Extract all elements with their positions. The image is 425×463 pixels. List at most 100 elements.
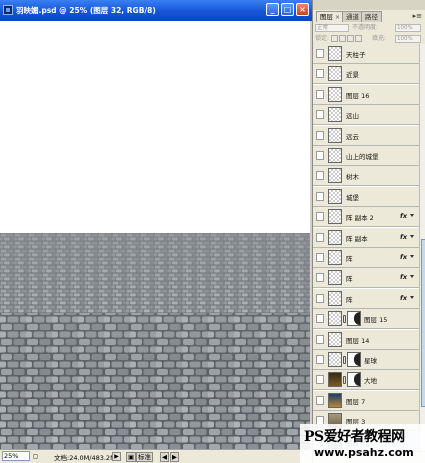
layer-row[interactable]: 图层 15 [313,309,419,330]
lock-all-icon[interactable] [354,35,362,42]
layer-thumbnail [328,290,342,306]
expand-effects-icon[interactable] [410,255,414,258]
layer-name: 阵 副本 [346,234,368,243]
visibility-toggle[interactable] [316,314,324,324]
layer-effects-icon[interactable]: fx [400,233,407,241]
visibility-toggle[interactable] [316,191,324,201]
view-mode-button[interactable]: 标准 [136,452,153,462]
layer-effects-icon[interactable]: fx [400,273,407,281]
minimize-button[interactable]: _ [266,3,279,16]
layer-row[interactable]: 远云 [313,125,419,146]
layer-name: 图层 14 [346,336,370,345]
visibility-toggle[interactable] [316,212,324,222]
layer-row[interactable]: 远山 [313,105,419,126]
status-info-icon[interactable]: ◻ [33,453,38,460]
layer-effects-icon[interactable]: fx [400,253,407,261]
expand-effects-icon[interactable] [410,275,414,279]
layer-thumbnail [328,270,342,286]
panel-menu-icon[interactable]: ▸≡ [413,12,422,20]
expand-effects-icon[interactable] [410,295,414,299]
layers-scrollbar-thumb[interactable] [421,239,425,407]
layer-mask-thumbnail[interactable] [347,311,361,327]
lock-pixels-icon[interactable] [338,35,346,42]
lock-position-icon[interactable] [346,35,354,42]
blend-options-row: 正常 不透明度: 100% [315,23,423,33]
tab-channels[interactable]: 通道 [342,11,363,22]
cobblestone-pavement-image [0,233,310,449]
layer-row[interactable]: 阵 副本 fx [313,227,419,248]
close-button[interactable]: × [296,3,309,16]
document-canvas[interactable] [0,21,312,449]
status-menu-arrow-icon[interactable]: ▶ [112,452,121,461]
document-title: 羽映媚.psd @ 25% (图层 32, RGB/8) [16,6,156,15]
layer-thumbnail [328,127,342,143]
layer-name: 阵 副本 2 [346,214,374,223]
layer-row[interactable]: 阵 fx [313,288,419,309]
layer-thumbnail [328,331,342,347]
visibility-toggle[interactable] [316,375,324,385]
layer-row[interactable]: 阵 副本 2 fx [313,207,419,228]
visibility-toggle[interactable] [316,232,324,242]
visibility-toggle[interactable] [316,171,324,181]
layer-row[interactable]: 树木 [313,166,419,187]
panel-grip[interactable] [313,0,425,10]
mask-link-icon[interactable] [343,315,346,324]
view-prev-button[interactable]: ◀ [160,452,169,462]
layer-effects-icon[interactable]: fx [400,294,407,302]
opacity-field[interactable]: 100% [395,24,421,32]
layer-name: 阵 [346,295,353,304]
layer-row[interactable]: 图层 14 [313,329,419,350]
visibility-toggle[interactable] [316,355,324,364]
layer-row[interactable]: 图层 7 [313,390,419,411]
maximize-button[interactable]: □ [281,3,294,16]
fill-field[interactable]: 100% [395,35,421,43]
visibility-toggle[interactable] [316,334,324,344]
layer-name: 阵 [346,275,353,284]
layer-row[interactable]: 阵 fx [313,268,419,289]
lock-transparency-icon[interactable] [330,35,338,42]
visibility-toggle[interactable] [316,151,324,160]
visibility-toggle[interactable] [316,89,324,99]
visibility-toggle[interactable] [316,130,324,140]
layers-scrollbar[interactable] [419,44,425,451]
expand-effects-icon[interactable] [410,214,414,218]
visibility-toggle[interactable] [316,110,324,120]
layer-row[interactable]: 近景 [313,64,419,85]
visibility-toggle[interactable] [316,395,324,405]
site-watermark: PS爱好者教程网 www.psahz.com [300,424,425,463]
visibility-toggle[interactable] [316,69,324,79]
visibility-toggle[interactable] [316,253,324,262]
blend-mode-select[interactable]: 正常 [315,24,349,32]
layer-thumbnail [328,107,342,123]
canvas-blank-area [0,21,310,233]
layer-row[interactable]: 大地 [313,370,419,391]
layer-row[interactable]: 山上的城堡 [313,146,419,166]
layer-row[interactable]: 星球 [313,350,419,370]
view-mode-bar: ▣ 标准 ◀ ▶ [122,449,222,463]
visibility-toggle[interactable] [316,293,324,303]
mask-link-icon[interactable] [343,356,346,364]
layer-mask-thumbnail[interactable] [347,372,361,388]
view-next-button[interactable]: ▶ [170,452,179,462]
layer-row[interactable]: 天柱子 [313,44,419,64]
layer-row[interactable]: 图层 16 [313,84,419,105]
tab-layers[interactable]: 图层 × [316,11,345,22]
visibility-toggle[interactable] [316,49,324,58]
zoom-level-field[interactable]: 25% [2,451,30,461]
layer-thumbnail [328,250,342,265]
layout-icon[interactable]: ▣ [126,452,137,462]
layer-row[interactable]: 阵 fx [313,248,419,268]
tab-paths[interactable]: 路径 [361,11,382,22]
visibility-toggle[interactable] [316,273,324,283]
layer-thumbnail [328,86,342,102]
photoshop-doc-icon [3,5,13,15]
tab-close-icon[interactable]: × [335,14,340,21]
document-title-bar[interactable]: 羽映媚.psd @ 25% (图层 32, RGB/8) _ □ × [0,0,312,21]
mask-link-icon[interactable] [343,376,346,385]
layer-row[interactable]: 城堡 [313,186,419,207]
layer-effects-icon[interactable]: fx [400,212,407,220]
layer-thumbnail [328,352,342,367]
expand-effects-icon[interactable] [410,234,414,238]
layers-list: 天柱子 近景 图层 16 远山 远云 山上的城堡 树木 城堡阵 副本 2 fx 阵 副本 fx 阵 fx… [313,44,419,451]
layer-mask-thumbnail[interactable] [347,352,361,367]
